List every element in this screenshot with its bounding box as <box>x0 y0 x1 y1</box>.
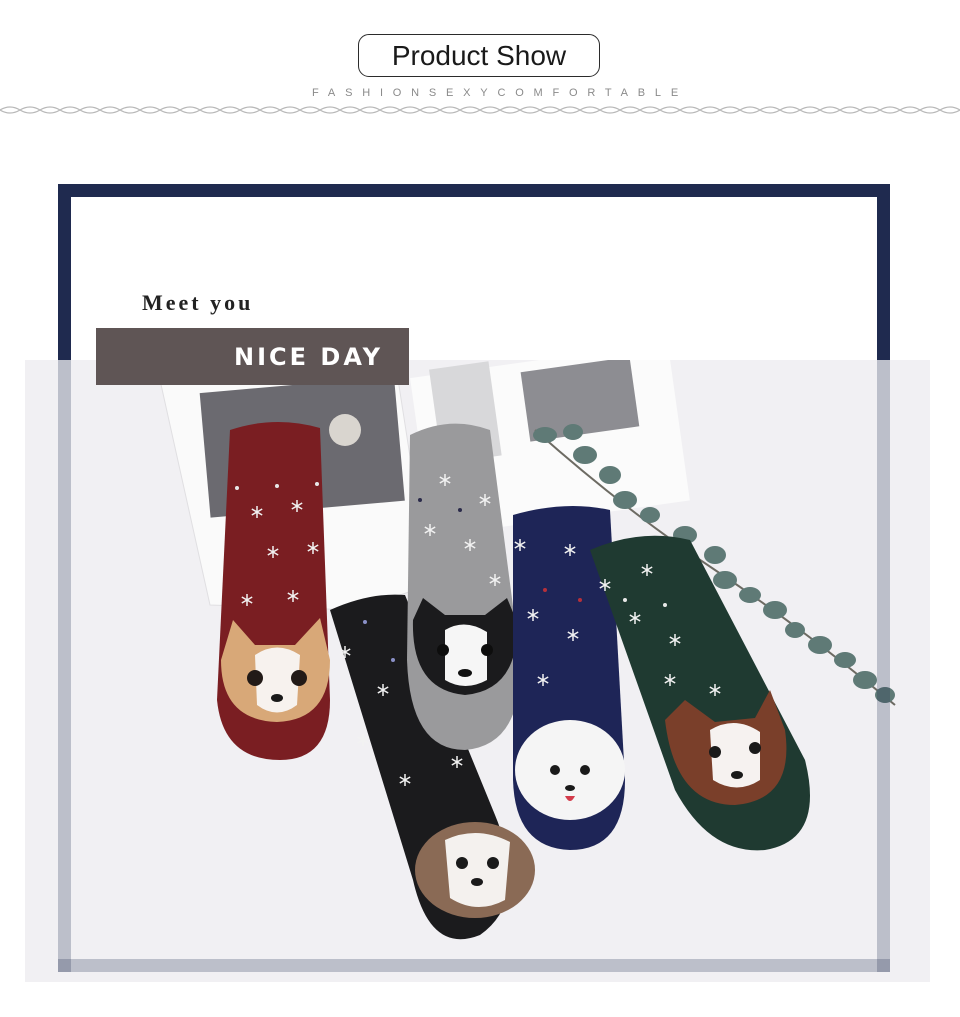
page-title: Product Show <box>358 34 600 77</box>
frame-veil-bottom <box>58 959 890 972</box>
nice-day-banner: NICE DAY <box>96 328 409 385</box>
beagle-icon <box>415 822 535 918</box>
product-photo <box>25 360 930 982</box>
meet-you-text: Meet you <box>142 290 254 315</box>
wave-divider <box>0 106 960 114</box>
frame-veil-left <box>58 360 71 972</box>
frame-veil-right <box>877 360 890 972</box>
page-subtitle: FASHIONSEXYCOMFORTABLE <box>312 87 688 99</box>
sock-maroon <box>217 421 330 760</box>
maltese-icon <box>515 720 625 820</box>
